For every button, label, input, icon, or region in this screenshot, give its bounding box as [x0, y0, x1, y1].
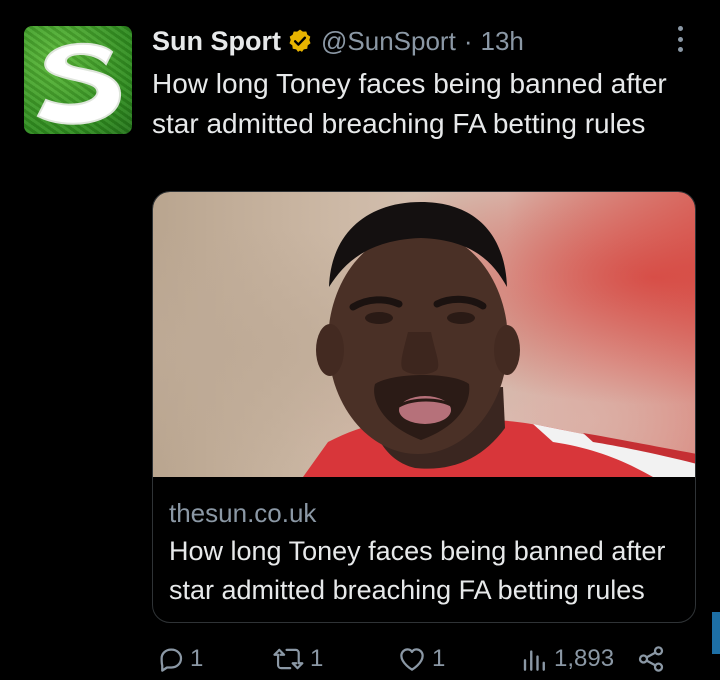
avatar[interactable] — [24, 26, 132, 134]
timestamp[interactable]: 13h — [480, 26, 523, 57]
like-count: 1 — [432, 645, 446, 672]
tweet-text: How long Toney faces being banned after … — [152, 68, 667, 139]
article-photo[interactable] — [153, 192, 695, 477]
handle[interactable]: @SunSport — [321, 26, 456, 57]
card-domain: thesun.co.uk — [169, 498, 317, 528]
display-name[interactable]: Sun Sport — [152, 26, 281, 57]
tweet-header: Sun Sport @SunSport · 13h — [152, 24, 524, 58]
edge-scroll-indicator — [712, 612, 720, 654]
retweet-button[interactable]: 1 — [272, 644, 323, 674]
more-dot — [677, 47, 683, 52]
share-icon — [638, 646, 664, 672]
more-dot — [677, 36, 683, 42]
reply-button[interactable]: 1 — [156, 644, 203, 674]
sun-sport-logo-icon — [36, 42, 122, 125]
card-title: How long Toney faces being banned after … — [169, 536, 666, 605]
more-dot — [677, 26, 683, 31]
tweet-actions: 1 1 1 1,893 — [156, 644, 676, 680]
like-button[interactable]: 1 — [396, 644, 445, 674]
retweet-icon — [273, 648, 304, 670]
separator-dot: · — [463, 25, 473, 56]
retweet-count: 1 — [310, 645, 324, 672]
reply-count: 1 — [190, 645, 204, 672]
player-photo-illustration — [303, 202, 695, 477]
views-button[interactable]: 1,893 — [520, 644, 614, 674]
reply-icon — [160, 648, 183, 672]
heart-icon — [400, 648, 424, 671]
verified-badge-icon — [289, 29, 311, 52]
views-count: 1,893 — [554, 645, 615, 672]
more-options-icon[interactable] — [672, 24, 688, 54]
link-card[interactable]: thesun.co.uk How long Toney faces being … — [152, 191, 696, 623]
share-button[interactable] — [636, 644, 666, 674]
views-icon — [523, 650, 545, 671]
